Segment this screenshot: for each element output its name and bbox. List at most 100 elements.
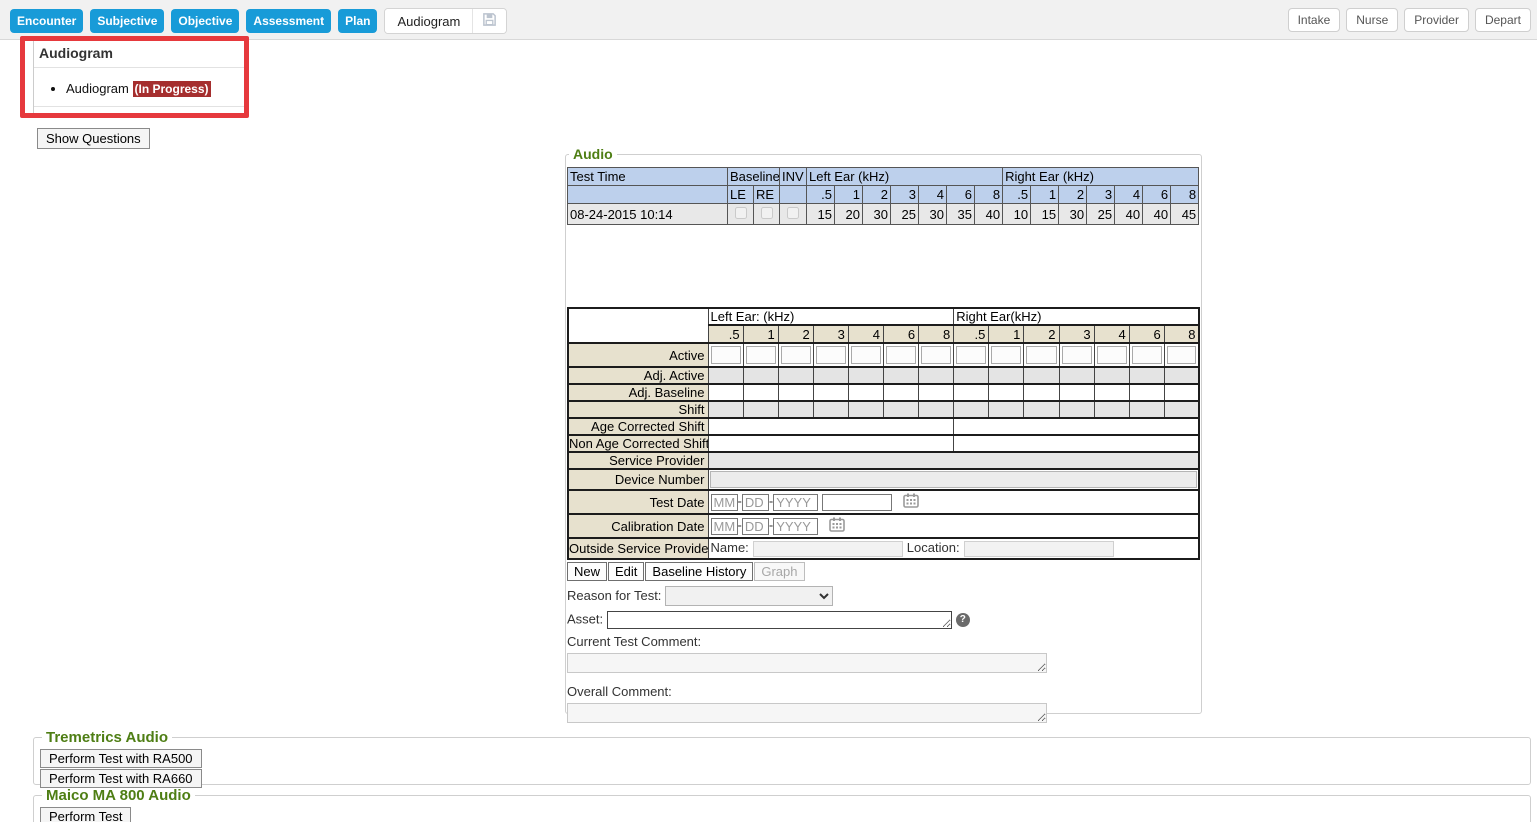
show-questions-button[interactable]: Show Questions	[37, 128, 150, 149]
reason-for-test-select[interactable]	[665, 586, 833, 606]
adj-baseline-value-cell	[989, 384, 1024, 401]
test-date-row: Test Date --	[568, 490, 1199, 514]
perform-test-button[interactable]: Perform Test	[40, 807, 131, 822]
audio-value-input[interactable]	[711, 346, 741, 364]
nurse-button[interactable]: Nurse	[1346, 8, 1398, 32]
test-time-input[interactable]	[822, 494, 892, 511]
osp-location-input[interactable]	[964, 541, 1114, 557]
perform-test-ra500-button[interactable]: Perform Test with RA500	[40, 749, 202, 768]
objective-button[interactable]: Objective	[171, 9, 239, 33]
calendar-icon[interactable]	[829, 517, 845, 535]
cell: 3	[1059, 325, 1094, 343]
cell: 30	[863, 204, 891, 225]
save-button[interactable]	[473, 9, 506, 33]
audio-legend: Audio	[569, 146, 617, 162]
adj-baseline-value-cell	[1129, 384, 1164, 401]
edit-button[interactable]: Edit	[608, 562, 644, 581]
active-value-cell	[813, 343, 848, 367]
asset-line: Asset: ?	[567, 611, 1200, 629]
audio-value-input[interactable]	[1026, 346, 1056, 364]
age-corrected-left-cell	[708, 418, 954, 435]
shift-value-cell	[708, 401, 743, 418]
encounter-button[interactable]: Encounter	[10, 9, 83, 33]
active-value-cell	[708, 343, 743, 367]
audio-value-input[interactable]	[921, 346, 951, 364]
active-row-label: Active	[568, 343, 708, 367]
calibration-date-row: Calibration Date --	[568, 514, 1199, 538]
nav-button-group: Encounter Subjective Objective Assessmen…	[10, 8, 507, 34]
audio-value-input[interactable]	[781, 346, 811, 364]
cell: 35	[947, 204, 975, 225]
adj-baseline-value-cell	[919, 384, 954, 401]
audio-value-input[interactable]	[1062, 346, 1092, 364]
blank-header-cell	[568, 186, 728, 204]
audio-value-input[interactable]	[956, 346, 986, 364]
adj-baseline-value-cell	[813, 384, 848, 401]
age-corrected-right-cell	[954, 418, 1200, 435]
overall-comment-input[interactable]	[567, 703, 1047, 723]
cell: 1	[1031, 186, 1059, 204]
audio-value-input[interactable]	[1132, 346, 1162, 364]
adj-active-value-cell	[708, 367, 743, 384]
plan-button[interactable]: Plan	[338, 9, 377, 33]
audio-action-buttons: NewEditBaseline HistoryGraph	[567, 562, 1200, 581]
adj-active-value-cell	[848, 367, 883, 384]
outside-service-provider-row: Outside Service Provider Name:Location:	[568, 538, 1199, 559]
history-data-row[interactable]: 08-24-2015 10:14 15203025303540101530254…	[568, 204, 1199, 225]
test-date-month-input[interactable]	[711, 494, 738, 511]
audio-value-input[interactable]	[746, 346, 776, 364]
adj-active-value-cell	[919, 367, 954, 384]
service-provider-value	[708, 452, 1199, 469]
audio-value-input[interactable]	[1097, 346, 1127, 364]
cell: 3	[813, 325, 848, 343]
help-icon[interactable]: ?	[956, 613, 970, 627]
calibration-date-year-input[interactable]	[773, 518, 818, 535]
shift-value-cell	[1129, 401, 1164, 418]
perform-test-ra660-button[interactable]: Perform Test with RA660	[40, 769, 202, 788]
cell: 40	[975, 204, 1003, 225]
current-test-comment-input[interactable]	[567, 653, 1047, 673]
shift-value-cell	[1094, 401, 1129, 418]
device-number-row: Device Number	[568, 469, 1199, 490]
audio-value-input[interactable]	[851, 346, 881, 364]
baseline-history-button[interactable]: Baseline History	[645, 562, 753, 581]
baseline-re-checkbox-cell	[754, 204, 780, 225]
cell: .5	[1003, 186, 1031, 204]
cell: 2	[778, 325, 813, 343]
intake-button[interactable]: Intake	[1288, 8, 1341, 32]
subjective-button[interactable]: Subjective	[90, 9, 164, 33]
cell: 25	[891, 204, 919, 225]
graph-button: Graph	[754, 562, 804, 581]
test-date-year-input[interactable]	[773, 494, 818, 511]
left-ear-header: Left Ear (kHz)	[807, 168, 1003, 186]
tab-audiogram[interactable]: Audiogram	[385, 9, 472, 33]
inv-header: INV	[780, 168, 807, 186]
provider-button[interactable]: Provider	[1404, 8, 1469, 32]
left-ear-header: Left Ear: (kHz)	[708, 308, 954, 325]
blank-header-cell	[780, 186, 807, 204]
shift-row: Shift	[568, 401, 1199, 418]
shift-value-cell	[1164, 401, 1199, 418]
adj-baseline-value-cell	[883, 384, 918, 401]
depart-button[interactable]: Depart	[1475, 8, 1531, 32]
calibration-date-label: Calibration Date	[568, 514, 708, 538]
audio-value-input[interactable]	[816, 346, 846, 364]
audio-value-input[interactable]	[886, 346, 916, 364]
baseline-re-checkbox	[761, 207, 773, 219]
active-value-cell	[989, 343, 1024, 367]
audio-value-input[interactable]	[1167, 346, 1197, 364]
tremetrics-audio-section: Tremetrics Audio Perform Test with RA500…	[33, 729, 1531, 785]
osp-name-input[interactable]	[753, 541, 903, 557]
asset-input[interactable]	[607, 611, 952, 629]
active-value-cell	[1094, 343, 1129, 367]
new-button[interactable]: New	[567, 562, 607, 581]
audio-value-input[interactable]	[991, 346, 1021, 364]
calendar-icon[interactable]	[903, 493, 919, 511]
calibration-date-day-input[interactable]	[742, 518, 769, 535]
audiogram-list-item[interactable]: Audiogram (In Progress)	[66, 81, 248, 97]
adj-active-value-cell	[743, 367, 778, 384]
assessment-button[interactable]: Assessment	[246, 9, 331, 33]
test-date-day-input[interactable]	[742, 494, 769, 511]
overall-comment-label: Overall Comment:	[567, 684, 672, 699]
calibration-date-month-input[interactable]	[711, 518, 738, 535]
